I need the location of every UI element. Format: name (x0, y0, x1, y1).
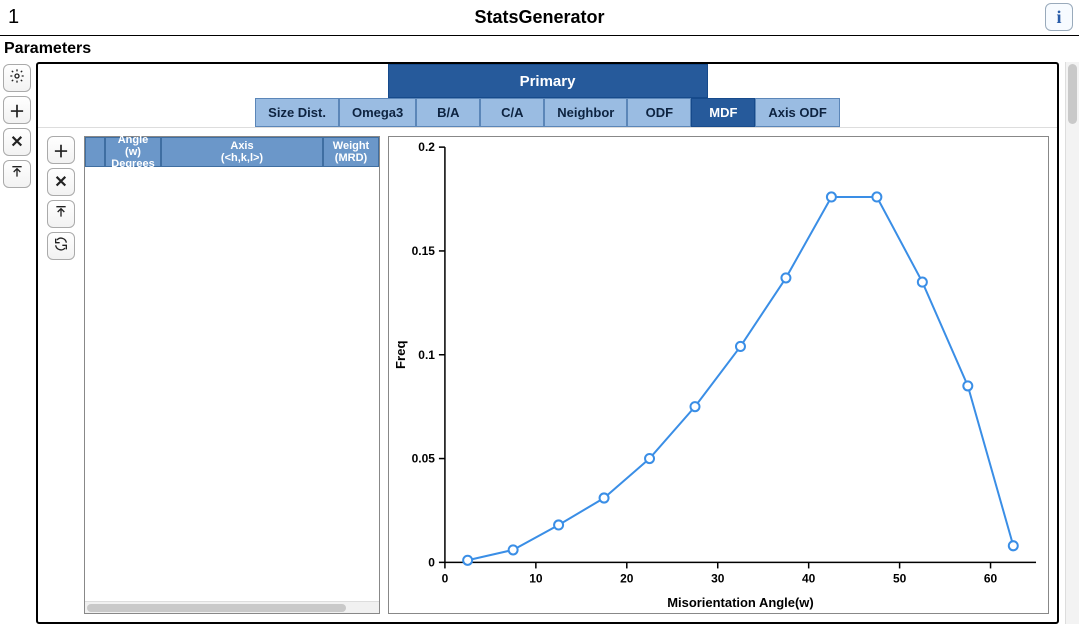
arrow-up-icon (53, 204, 69, 225)
sub-tab-mdf[interactable]: MDF (691, 98, 755, 127)
svg-text:0.05: 0.05 (412, 452, 436, 466)
sub-tab-c-a[interactable]: C/A (480, 98, 544, 127)
col-label: Angle (118, 134, 149, 146)
svg-text:0.2: 0.2 (418, 140, 435, 154)
table-toolbar: ＋ ✕ (46, 136, 76, 614)
col-label: Weight (333, 140, 369, 152)
upload-button[interactable] (3, 160, 31, 188)
table-hscrollbar[interactable] (85, 601, 379, 613)
content-frame: Primary Size Dist.Omega3B/AC/ANeighborOD… (36, 62, 1059, 624)
svg-text:0: 0 (428, 555, 435, 569)
sub-tab-omega3[interactable]: Omega3 (339, 98, 416, 127)
add-button[interactable]: ＋ (3, 96, 31, 124)
col-sublabel: (MRD) (335, 152, 367, 164)
window-number: 1 (8, 6, 19, 29)
table-refresh-button[interactable] (47, 232, 75, 260)
gear-icon (9, 68, 25, 89)
svg-text:60: 60 (984, 572, 998, 586)
table-header-blank (85, 137, 105, 167)
x-icon: ✕ (54, 172, 67, 192)
svg-text:Misorientation Angle(w): Misorientation Angle(w) (667, 595, 814, 610)
left-toolbar: ＋ ✕ (0, 62, 34, 624)
table-body (85, 167, 379, 601)
settings-button[interactable] (3, 64, 31, 92)
x-icon: ✕ (10, 132, 23, 152)
table-header-angle: Angle (w) Degrees (105, 137, 161, 167)
mdf-table: Angle (w) Degrees Axis (<h,k,l>) Weight … (84, 136, 380, 614)
plus-icon: ＋ (53, 138, 69, 162)
svg-text:20: 20 (620, 572, 634, 586)
table-add-button[interactable]: ＋ (47, 136, 75, 164)
col-sublabel: (<h,k,l>) (221, 152, 263, 164)
svg-text:40: 40 (802, 572, 816, 586)
table-header-weight: Weight (MRD) (323, 137, 379, 167)
phase-tab-primary[interactable]: Primary (388, 64, 708, 98)
svg-text:50: 50 (893, 572, 907, 586)
table-header-row: Angle (w) Degrees Axis (<h,k,l>) Weight … (85, 137, 379, 167)
svg-text:Freq: Freq (393, 340, 408, 369)
svg-text:0.15: 0.15 (412, 244, 436, 258)
chart-svg: 0 0.05 0.1 0.15 0.2 0 10 20 30 40 50 60 Misorientati… (389, 137, 1048, 613)
sub-tab-b-a[interactable]: B/A (416, 98, 480, 127)
info-button[interactable]: i (1045, 3, 1073, 31)
table-header-axis: Axis (<h,k,l>) (161, 137, 323, 167)
scrollbar-thumb[interactable] (87, 604, 346, 612)
svg-text:0: 0 (442, 572, 449, 586)
parameters-label: Parameters (0, 36, 1079, 62)
plus-icon: ＋ (9, 98, 25, 122)
refresh-icon (53, 236, 69, 257)
svg-text:0.1: 0.1 (418, 348, 435, 362)
sub-tab-axis-odf[interactable]: Axis ODF (755, 98, 840, 127)
delete-button[interactable]: ✕ (3, 128, 31, 156)
table-delete-button[interactable]: ✕ (47, 168, 75, 196)
svg-text:30: 30 (711, 572, 725, 586)
phase-tab-bar: Primary (38, 64, 1057, 98)
svg-text:10: 10 (529, 572, 543, 586)
arrow-up-icon (9, 164, 25, 185)
sub-tab-odf[interactable]: ODF (627, 98, 691, 127)
window-title: StatsGenerator (0, 7, 1079, 28)
table-upload-button[interactable] (47, 200, 75, 228)
mdf-chart: 0 0.05 0.1 0.15 0.2 0 10 20 30 40 50 60 Misorientati… (388, 136, 1049, 614)
sub-tab-neighbor[interactable]: Neighbor (544, 98, 627, 127)
sub-tab-size-dist-[interactable]: Size Dist. (255, 98, 339, 127)
col-label: Axis (230, 140, 253, 152)
right-scrollbar[interactable] (1065, 62, 1079, 624)
sub-tab-bar: Size Dist.Omega3B/AC/ANeighborODFMDFAxis… (38, 98, 1057, 128)
title-bar: 1 StatsGenerator i (0, 0, 1079, 36)
scrollbar-thumb[interactable] (1068, 64, 1077, 124)
